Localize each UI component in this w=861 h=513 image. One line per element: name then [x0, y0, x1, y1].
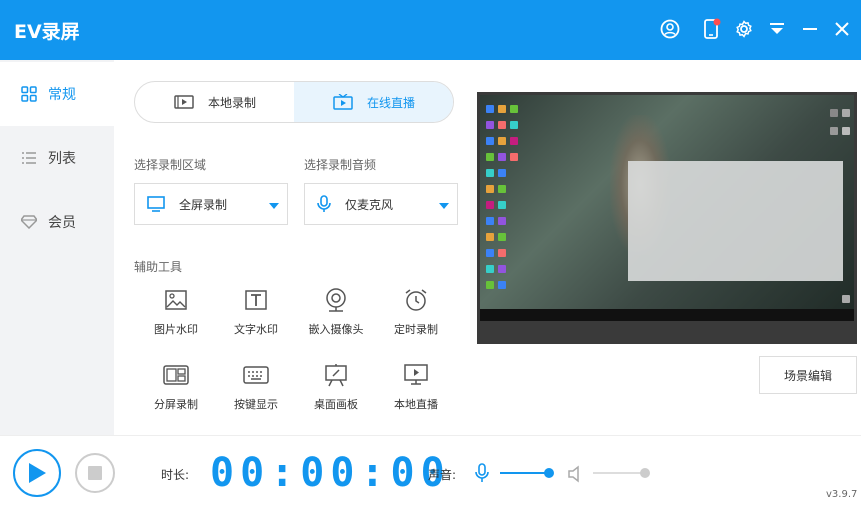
tool-label: 图片水印	[154, 323, 198, 336]
tab-online-live[interactable]: 在线直播	[294, 82, 453, 122]
monitor-play-icon	[376, 360, 456, 390]
area-select-value: 全屏录制	[179, 197, 228, 212]
split-screen-icon	[136, 360, 216, 390]
alarm-clock-icon	[376, 285, 456, 315]
stop-button[interactable]	[75, 453, 115, 493]
tool-image-watermark[interactable]: 图片水印	[136, 285, 216, 345]
tool-scheduled-recording[interactable]: 定时录制	[376, 285, 456, 345]
video-camera-icon	[174, 95, 194, 109]
sidebar-item-label: 列表	[48, 151, 76, 167]
dropdown-menu-icon[interactable]	[765, 17, 789, 41]
audio-select-value: 仅麦克风	[345, 197, 394, 212]
screen-preview	[477, 92, 857, 344]
tool-label: 桌面画板	[314, 398, 358, 411]
tool-text-watermark[interactable]: 文字水印	[216, 285, 296, 345]
microphone-icon	[317, 195, 331, 213]
tool-split-screen[interactable]: 分屏录制	[136, 360, 216, 420]
speaker-volume-handle[interactable]	[640, 468, 650, 478]
keyboard-icon	[216, 360, 296, 390]
volume-label: 声音:	[428, 468, 457, 482]
audio-select[interactable]: 仅麦克风	[304, 183, 458, 225]
tab-label: 在线直播	[366, 95, 415, 110]
tool-label: 按键显示	[234, 398, 278, 411]
tool-label: 嵌入摄像头	[308, 323, 364, 336]
app-title: EV录屏	[14, 21, 80, 43]
tool-local-live[interactable]: 本地直播	[376, 360, 456, 420]
speaker-icon[interactable]	[567, 465, 583, 487]
version-label: v3.9.7	[826, 489, 858, 500]
area-label: 选择录制区域	[134, 158, 207, 172]
tool-key-display[interactable]: 按键显示	[216, 360, 296, 420]
preview-window	[628, 161, 843, 281]
sidebar-item-label: 会员	[48, 215, 76, 231]
speaker-volume-slider[interactable]	[593, 472, 645, 474]
sidebar: 常规 列表 会员	[0, 60, 114, 435]
preview-taskbar	[480, 309, 854, 321]
tools-label: 辅助工具	[134, 260, 183, 274]
sidebar-item-general[interactable]: 常规	[0, 62, 114, 126]
user-icon[interactable]	[658, 17, 682, 41]
duration-label: 时长:	[161, 468, 190, 482]
tool-webcam[interactable]: 嵌入摄像头	[296, 285, 376, 345]
tool-label: 本地直播	[394, 398, 438, 411]
list-icon	[20, 149, 38, 167]
sidebar-item-label: 常规	[48, 87, 76, 103]
tool-label: 分屏录制	[154, 398, 198, 411]
tool-label: 定时录制	[394, 323, 438, 336]
microphone-icon[interactable]	[474, 463, 490, 487]
sidebar-item-member[interactable]: 会员	[0, 190, 114, 254]
minimize-icon[interactable]	[798, 17, 822, 41]
monitor-icon	[147, 196, 165, 212]
phone-notification-icon[interactable]	[700, 17, 724, 41]
grid-icon	[20, 85, 38, 103]
chevron-down-icon	[439, 203, 449, 209]
mode-switch: 本地录制 在线直播	[134, 81, 454, 123]
diamond-icon	[20, 213, 38, 231]
sidebar-item-list[interactable]: 列表	[0, 126, 114, 190]
audio-label: 选择录制音频	[304, 158, 377, 172]
timer-display: 00:00:00	[210, 450, 451, 496]
scene-edit-button[interactable]: 场景编辑	[759, 356, 857, 394]
image-icon	[136, 285, 216, 315]
tab-label: 本地录制	[207, 95, 256, 110]
title-bar: EV录屏	[0, 0, 861, 60]
tool-desktop-drawing[interactable]: 桌面画板	[296, 360, 376, 420]
stop-icon	[88, 466, 102, 480]
webcam-icon	[296, 285, 376, 315]
tool-label: 文字水印	[234, 323, 278, 336]
live-tv-icon	[333, 94, 353, 110]
play-icon	[29, 463, 46, 483]
play-button[interactable]	[13, 449, 61, 497]
chevron-down-icon	[269, 203, 279, 209]
close-icon[interactable]	[830, 17, 854, 41]
drawing-board-icon	[296, 360, 376, 390]
area-select[interactable]: 全屏录制	[134, 183, 288, 225]
gear-icon[interactable]	[732, 17, 756, 41]
desktop-preview-image	[480, 95, 854, 321]
text-icon	[216, 285, 296, 315]
tab-local-recording[interactable]: 本地录制	[135, 82, 295, 122]
